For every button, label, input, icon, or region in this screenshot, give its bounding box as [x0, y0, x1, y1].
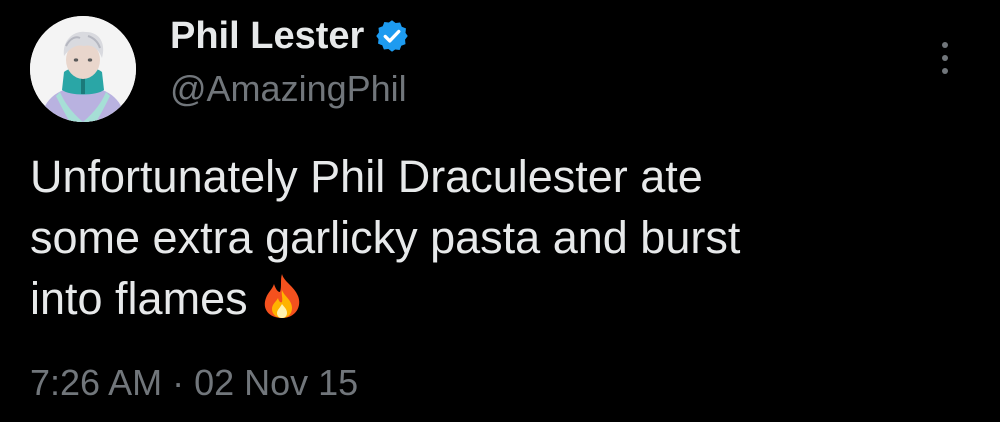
tweet-text-line-content: into flames: [30, 273, 248, 324]
tweet-text: Unfortunately Phil Draculester ate some …: [30, 146, 960, 329]
tweet-meta: 7:26 AM · 02 Nov 15: [30, 362, 358, 404]
fire-emoji-icon: [260, 272, 304, 320]
display-name[interactable]: Phil Lester: [170, 15, 364, 58]
user-handle[interactable]: @AmazingPhil: [170, 68, 407, 110]
tweet-text-line: some extra garlicky pasta and burst: [30, 212, 741, 263]
author-name-row: Phil Lester: [170, 8, 410, 64]
meta-separator: ·: [172, 362, 185, 403]
verified-badge-icon: [374, 18, 410, 54]
avatar[interactable]: [30, 16, 136, 122]
more-dot: [942, 42, 948, 48]
tweet-date[interactable]: 02 Nov 15: [194, 362, 358, 403]
tweet-text-line-last: into flames: [30, 268, 960, 329]
tweet-time[interactable]: 7:26 AM: [30, 362, 162, 403]
tweet-card: Phil Lester @AmazingPhil Unfortunately P…: [0, 0, 1000, 422]
tweet-text-line: Unfortunately Phil Draculester ate: [30, 151, 703, 202]
avatar-image: [30, 16, 136, 122]
more-options-icon[interactable]: [928, 38, 962, 78]
more-dot: [942, 55, 948, 61]
more-dot: [942, 68, 948, 74]
